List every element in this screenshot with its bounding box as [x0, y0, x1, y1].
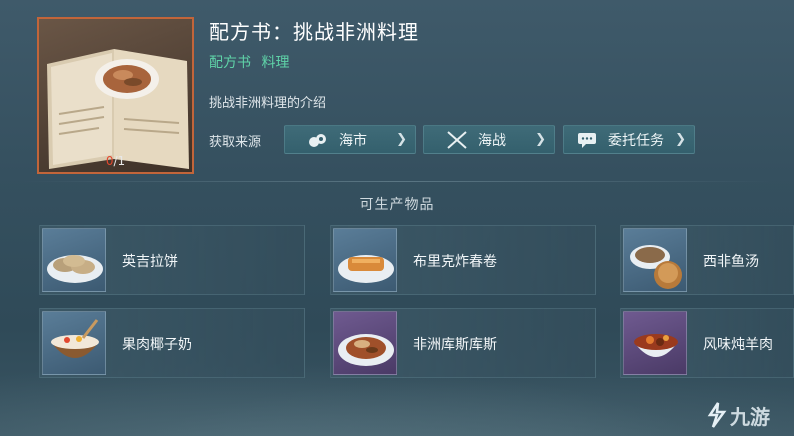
watermark-text: 九游 [730, 404, 770, 429]
tag-cuisine: 料理 [261, 55, 290, 71]
couscous-icon [333, 311, 397, 375]
chevron-right-icon: ❯ [675, 132, 686, 147]
product-item[interactable]: 英吉拉饼 [39, 225, 305, 295]
source-label: 获取来源 [209, 135, 262, 150]
product-name: 果肉椰子奶 [122, 337, 192, 353]
product-name: 英吉拉饼 [122, 254, 178, 270]
recipe-count: 0/1 [39, 154, 192, 168]
tag-recipe-book: 配方书 [209, 55, 251, 71]
chevron-right-icon: ❯ [535, 132, 546, 147]
product-name: 非洲库斯库斯 [413, 337, 497, 353]
recipe-book-icon[interactable]: 0/1 [37, 17, 194, 174]
product-name: 风味炖羊肉 [703, 337, 773, 353]
brik-spring-roll-icon [333, 228, 397, 292]
chevron-right-icon: ❯ [396, 132, 407, 147]
source-button-market-label: 海市 [339, 132, 367, 149]
recipe-tags: 配方书 料理 [209, 52, 289, 72]
coconut-milk-icon [42, 311, 106, 375]
lamb-stew-icon [623, 311, 687, 375]
recipe-count-total: /1 [113, 154, 126, 168]
product-name: 西非鱼汤 [703, 254, 759, 270]
market-icon [307, 131, 329, 149]
section-divider [20, 181, 774, 182]
fish-soup-icon [623, 228, 687, 292]
recipe-description: 挑战非洲料理的介绍 [209, 96, 327, 111]
product-name: 布里克炸春卷 [413, 254, 497, 270]
crossed-swords-icon [446, 130, 468, 149]
product-item[interactable]: 非洲库斯库斯 [330, 308, 596, 378]
source-button-commission-label: 委托任务 [608, 132, 664, 149]
source-button-naval-battle[interactable]: 海战 ❯ [423, 125, 555, 154]
recipe-title: 配方书：挑战非洲料理 [209, 20, 419, 44]
open-book-icon [47, 49, 189, 169]
source-button-naval-label: 海战 [478, 132, 506, 149]
watermark-logo-icon [707, 402, 727, 428]
product-item[interactable]: 西非鱼汤 [620, 225, 794, 295]
source-button-market[interactable]: 海市 ❯ [284, 125, 416, 154]
chat-bubble-icon [576, 131, 598, 149]
product-item[interactable]: 风味炖羊肉 [620, 308, 794, 378]
product-item[interactable]: 果肉椰子奶 [39, 308, 305, 378]
product-item[interactable]: 布里克炸春卷 [330, 225, 596, 295]
source-button-commission[interactable]: 委托任务 ❯ [563, 125, 695, 154]
products-section-title: 可生产物品 [359, 197, 435, 213]
site-watermark: 九游 [704, 400, 784, 430]
injera-icon [42, 228, 106, 292]
